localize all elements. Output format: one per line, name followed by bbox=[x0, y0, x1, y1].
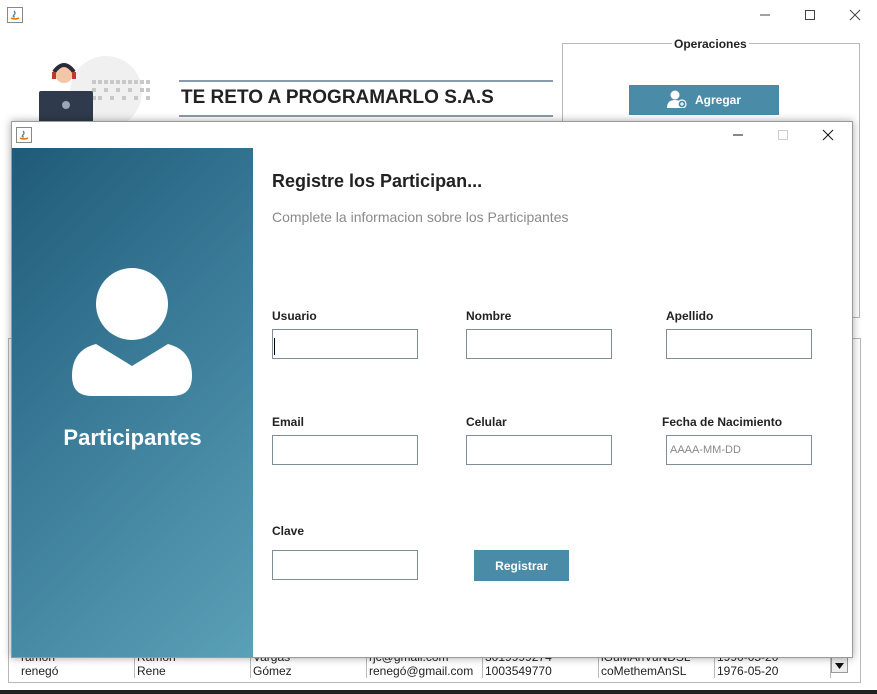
celular-label: Celular bbox=[466, 415, 507, 429]
registrar-button[interactable]: Registrar bbox=[474, 550, 569, 581]
side-title: Participantes bbox=[63, 425, 202, 450]
table-cell: 1976-05-20 bbox=[715, 664, 831, 678]
fecha-label: Fecha de Nacimiento bbox=[662, 415, 783, 429]
nombre-input[interactable] bbox=[466, 329, 612, 359]
scroll-down-button[interactable] bbox=[831, 657, 848, 673]
maximize-icon[interactable] bbox=[795, 0, 825, 30]
add-button[interactable]: Agregar bbox=[629, 85, 779, 115]
nombre-label: Nombre bbox=[466, 309, 512, 323]
usuario-input[interactable] bbox=[272, 329, 418, 359]
text-caret bbox=[274, 338, 275, 355]
celular-input[interactable] bbox=[466, 435, 612, 465]
company-title: TE RETO A PROGRAMARLO S.A.S bbox=[179, 80, 553, 117]
table-cell: Gómez bbox=[251, 664, 367, 678]
usuario-label: Usuario bbox=[272, 309, 317, 323]
clave-input[interactable] bbox=[272, 550, 418, 580]
apellido-input[interactable] bbox=[666, 329, 812, 359]
minimize-icon[interactable] bbox=[723, 120, 753, 150]
table-row[interactable]: renegó Rene Gómez renegó@gmail.com 10035… bbox=[19, 664, 831, 678]
table-cell: Rene bbox=[135, 664, 251, 678]
close-icon[interactable] bbox=[813, 120, 843, 150]
header-illustration bbox=[36, 52, 156, 128]
participants-dialog: Participantes Registre los Participan...… bbox=[11, 121, 853, 658]
maximize-icon bbox=[768, 120, 798, 150]
bottom-edge bbox=[0, 690, 877, 694]
close-icon[interactable] bbox=[840, 0, 870, 30]
person-icon bbox=[70, 268, 194, 398]
operations-legend: Operaciones bbox=[672, 37, 749, 51]
java-app-icon bbox=[7, 7, 23, 23]
side-panel: Participantes bbox=[12, 148, 253, 657]
clave-label: Clave bbox=[272, 524, 305, 538]
form-subtitle: Complete la informacion sobre los Partic… bbox=[272, 209, 569, 225]
main-titlebar bbox=[0, 0, 877, 30]
dialog-titlebar bbox=[12, 122, 852, 148]
java-app-icon bbox=[16, 127, 32, 143]
add-button-label: Agregar bbox=[694, 93, 741, 107]
table-cell: coMethemAnSL bbox=[599, 664, 715, 678]
table-cell: renegó bbox=[19, 664, 135, 678]
apellido-label: Apellido bbox=[666, 309, 714, 323]
form-title: Registre los Participan... bbox=[272, 171, 483, 191]
main-window: TE RETO A PROGRAMARLO S.A.S Operaciones … bbox=[0, 0, 877, 694]
table-cell: renegó@gmail.com bbox=[367, 664, 483, 678]
fecha-input[interactable] bbox=[666, 435, 812, 465]
chevron-down-icon bbox=[835, 656, 844, 674]
table-cell: 1003549770 bbox=[483, 664, 599, 678]
email-input[interactable] bbox=[272, 435, 418, 465]
minimize-icon[interactable] bbox=[750, 0, 780, 30]
user-add-icon bbox=[666, 90, 687, 111]
email-label: Email bbox=[272, 415, 305, 429]
